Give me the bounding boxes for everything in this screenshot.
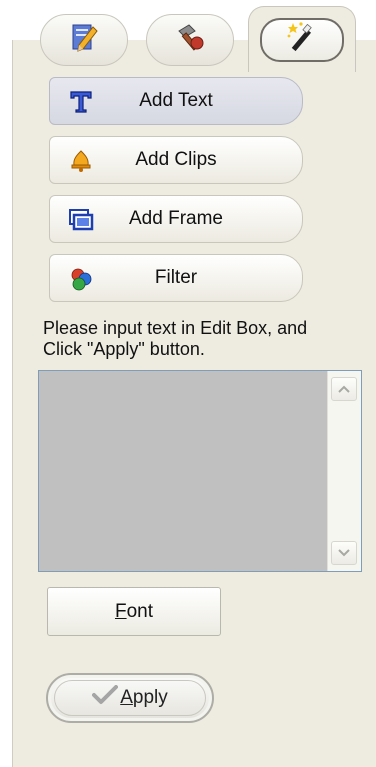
add-frame-button[interactable]: Add Frame [49, 195, 303, 243]
tab-effects-pill [260, 17, 344, 62]
tab-edit[interactable] [40, 14, 128, 66]
apply-button-label: pply [132, 687, 168, 708]
scroll-up-button[interactable] [331, 377, 357, 401]
scroll-down-button[interactable] [331, 541, 357, 565]
edit-pencil-icon [67, 21, 101, 60]
add-text-label: Add Text [139, 90, 213, 111]
apply-button[interactable]: Apply [46, 673, 214, 723]
chevron-down-icon [338, 544, 350, 562]
effects-wand-icon [285, 20, 319, 59]
apply-button-mnemonic: A [120, 687, 133, 708]
tools-hammer-icon [173, 21, 207, 60]
tab-effects[interactable] [248, 6, 356, 72]
filter-button[interactable]: Filter [49, 254, 303, 302]
font-button-label: ont [126, 600, 154, 622]
chevron-up-icon [338, 380, 350, 398]
edit-box-scrollbar[interactable] [327, 371, 361, 571]
font-button[interactable]: Font [47, 587, 221, 636]
checkmark-icon [92, 685, 119, 711]
filter-label: Filter [154, 267, 198, 288]
add-frame-label: Add Frame [129, 208, 223, 229]
add-text-button[interactable]: Add Text [49, 77, 303, 125]
add-clips-button[interactable]: Add Clips [49, 136, 303, 184]
add-clips-label: Add Clips [135, 149, 217, 170]
instruction-text: Please input text in Edit Box, and Click… [43, 318, 308, 359]
apply-button-inner: Apply [54, 680, 206, 716]
font-button-mnemonic: F [114, 600, 127, 622]
text-edit-box[interactable] [38, 370, 362, 572]
tab-tools[interactable] [146, 14, 234, 66]
